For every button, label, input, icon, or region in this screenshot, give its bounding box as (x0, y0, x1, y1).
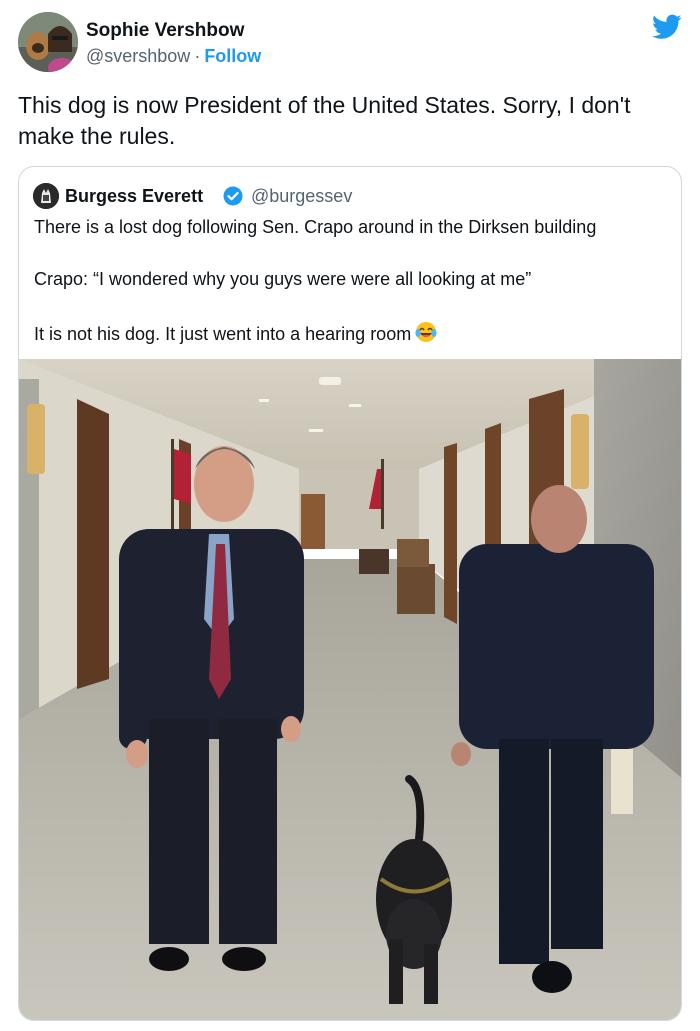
quoted-text-line: There is a lost dog following Sen. Crapo… (34, 217, 597, 237)
quoted-text-line-3: It is not his dog. It just went into a h… (34, 324, 412, 344)
quoted-author-avatar[interactable] (33, 183, 59, 209)
separator-dot: · (194, 46, 201, 66)
quoted-tweet-photo[interactable] (19, 359, 681, 1020)
author-name[interactable]: Sophie Vershbow (86, 20, 244, 42)
quoted-tweet[interactable]: Burgess Everett @burgessev There is a lo… (18, 166, 682, 1021)
tears-of-joy-emoji-icon (415, 321, 437, 343)
quoted-text-line: It is not his dog. It just went into a h… (34, 321, 437, 345)
quoted-text-line: Crapo: “I wondered why you guys were wer… (34, 269, 532, 289)
tweet-header: Sophie Vershbow @svershbow · Follow (18, 12, 682, 74)
verified-badge-icon (223, 186, 243, 206)
tweet-text: This dog is now President of the United … (18, 92, 631, 149)
quoted-author-handle[interactable]: @burgessev (251, 186, 352, 207)
author-handle-row: @svershbow · Follow (86, 46, 261, 67)
quoted-author-name[interactable]: Burgess Everett (65, 186, 203, 207)
author-avatar[interactable] (18, 12, 78, 72)
twitter-bird-icon[interactable] (652, 14, 682, 40)
author-handle[interactable]: @svershbow (86, 46, 190, 66)
follow-button[interactable]: Follow (204, 46, 261, 66)
